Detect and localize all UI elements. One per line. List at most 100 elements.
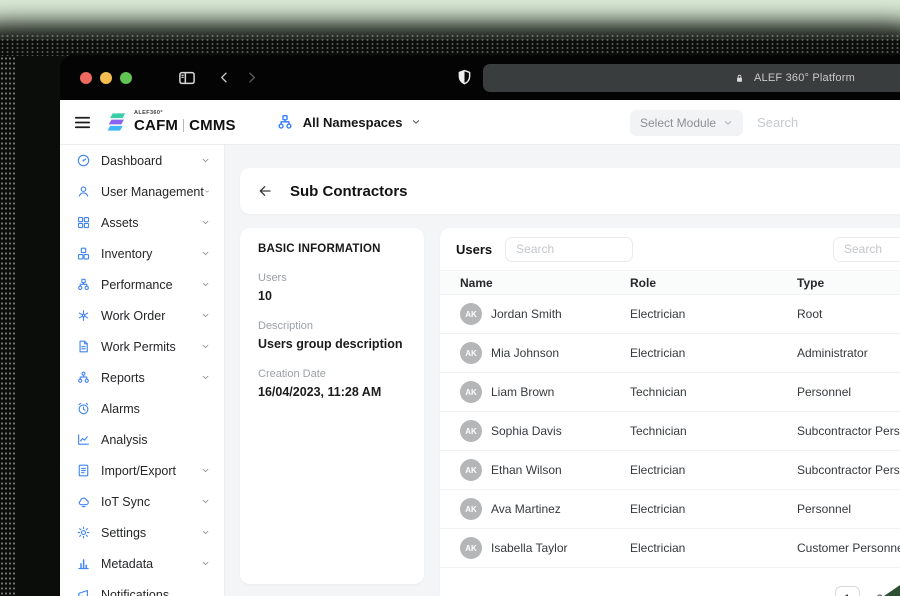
sidebar-item-label: Settings [101,525,147,540]
table-header-row: Name Role Type [440,270,900,295]
user-type: Customer Personnel [797,541,900,555]
namespace-selector[interactable]: All Namespaces [276,113,421,131]
sidebar-item-label: Performance [101,277,173,292]
performance-icon [76,277,91,292]
user-name: Jordan Smith [491,307,562,321]
user-name: Ava Martinez [491,502,561,516]
global-search-input[interactable] [743,107,900,138]
sidebar-item[interactable]: Metadata [60,548,224,579]
table-row[interactable]: AK Jordan Smith Electrician Root [440,295,900,334]
sidebar-item[interactable]: Work Permits [60,331,224,362]
brand-logo[interactable]: ALEF360° CAFM CMMS [104,110,236,135]
module-select-dropdown[interactable]: Select Module [630,109,744,136]
brand-divider [183,118,185,132]
user-type: Personnel [797,502,852,516]
sidebar-item[interactable]: Work Order [60,300,224,331]
sidebar-item[interactable]: User Management [60,176,224,207]
users-table-title: Users [456,241,493,257]
user-role: Electrician [630,502,686,516]
assets-icon [76,215,91,230]
chevron-down-icon [723,118,733,128]
users-table-card: Users Name Role Type [440,228,900,596]
table-row[interactable]: AK Mia Johnson Electrician Administrator [440,334,900,373]
browser-sidebar-toggle-icon[interactable] [177,68,197,88]
sidebar-item-label: Import/Export [101,463,177,478]
table-row[interactable]: AK Ava Martinez Electrician Personnel [440,490,900,529]
reports-icon [76,370,91,385]
sidebar-item[interactable]: Alarms [60,393,224,424]
sidebar-item-label: IoT Sync [101,494,151,509]
user-name: Sophia Davis [491,424,562,438]
address-bar[interactable]: ALEF 360° Platform [483,64,900,92]
info-field-value: 10 [258,289,272,303]
sidebar-item[interactable]: Import/Export [60,455,224,486]
sidebar-item[interactable]: Reports [60,362,224,393]
lock-icon [733,72,746,85]
work-order-icon [76,308,91,323]
app-header: ALEF360° CAFM CMMS All Namespaces Select… [60,100,900,145]
user-type: Subcontractor Personnel [797,424,900,438]
sidebar-item[interactable]: Assets [60,207,224,238]
chevron-down-icon [204,187,210,196]
import-export-icon [76,463,91,478]
settings-icon [76,525,91,540]
back-arrow-icon[interactable] [257,183,273,199]
basic-information-title: BASIC INFORMATION [258,243,381,255]
chevron-down-icon [411,117,421,127]
brand-secondary-label: CMMS [189,116,236,134]
user-role: Electrician [630,463,686,477]
sidebar-item-label: Dashboard [101,153,163,168]
sidebar-item[interactable]: Notifications [60,579,224,596]
sidebar-item[interactable]: Settings [60,517,224,548]
user-role: Electrician [630,541,686,555]
avatar: AK [460,303,482,325]
user-name: Ethan Wilson [491,463,562,477]
corner-decoration [884,585,900,596]
metadata-icon [76,556,91,571]
avatar: AK [460,459,482,481]
column-header-type: Type [797,275,825,290]
sidebar-item[interactable]: Performance [60,269,224,300]
chevron-down-icon [201,559,210,568]
chevron-down-icon [201,342,210,351]
sidebar-item[interactable]: Inventory [60,238,224,269]
page-title: Sub Contractors [290,182,408,200]
maximize-window-button[interactable] [120,71,132,84]
browser-back-icon[interactable] [217,70,232,85]
pagination-prev-icon[interactable]: ‹ [815,591,820,596]
close-window-button[interactable] [80,71,92,84]
table-row[interactable]: AK Liam Brown Technician Personnel [440,373,900,412]
users-search-input[interactable] [505,236,634,262]
avatar: AK [460,381,482,403]
table-row[interactable]: AK Isabella Taylor Electrician Customer … [440,529,900,568]
hamburger-menu-icon[interactable] [73,113,92,132]
column-header-name: Name [460,275,493,290]
chevron-down-icon [201,280,210,289]
users-search-input-right[interactable] [833,236,900,262]
sidebar-item[interactable]: Analysis [60,424,224,455]
user-name: Liam Brown [491,385,555,399]
shield-icon[interactable] [455,68,474,87]
column-header-role: Role [630,275,657,290]
page-header-card: Sub Contractors [240,168,900,214]
sidebar-item[interactable]: Dashboard [60,145,224,176]
chevron-down-icon [201,311,210,320]
table-row[interactable]: AK Sophia Davis Technician Subcontractor… [440,412,900,451]
pagination-page-button[interactable]: 1 [834,586,860,596]
basic-information-card: BASIC INFORMATION Users 10 Description U… [240,228,424,584]
info-field-label: Description [258,320,314,332]
sidebar-item-label: Notifications [101,587,170,596]
hierarchy-icon [276,113,294,131]
sidebar-item[interactable]: IoT Sync [60,486,224,517]
iot-sync-icon [76,494,91,509]
minimize-window-button[interactable] [100,71,112,84]
address-text: ALEF 360° Platform [754,72,855,84]
dashboard-icon [76,153,91,168]
browser-forward-icon[interactable] [244,70,259,85]
browser-window: ALEF 360° Platform ALEF360° CAFM CMMS Al… [60,55,900,596]
user-type: Administrator [797,346,868,360]
sidebar-item-label: Work Order [101,308,166,323]
app-root: ALEF360° CAFM CMMS All Namespaces Select… [60,100,900,596]
namespace-label: All Namespaces [302,114,403,130]
table-row[interactable]: AK Ethan Wilson Electrician Subcontracto… [440,451,900,490]
